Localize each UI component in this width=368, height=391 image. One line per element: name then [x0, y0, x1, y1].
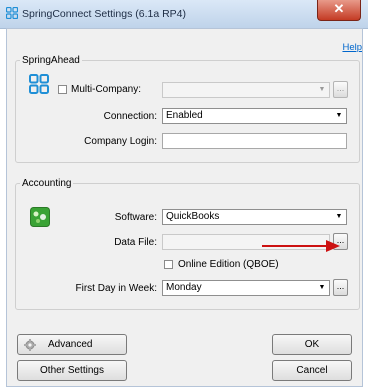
advanced-button[interactable]: Advanced	[17, 334, 127, 355]
chevron-down-icon: ▼	[318, 284, 326, 291]
online-edition-checkbox[interactable]	[164, 260, 173, 269]
data-file-label: Data File:	[114, 237, 157, 248]
online-edition-label: Online Edition (QBOE)	[178, 259, 279, 270]
advanced-button-label: Advanced	[48, 339, 93, 350]
connection-select[interactable]: Enabled ▼	[162, 108, 347, 124]
title-bar[interactable]: SpringConnect Settings (6.1a RP4) ✕	[0, 0, 368, 29]
company-login-label: Company Login:	[84, 136, 157, 147]
multi-company-label: Multi-Company:	[71, 84, 142, 95]
multi-company-checkbox[interactable]	[58, 85, 67, 94]
close-icon: ✕	[333, 1, 345, 16]
springahead-logo-icon	[6, 7, 18, 19]
window-title: SpringConnect Settings (6.1a RP4)	[22, 8, 187, 20]
first-day-label: First Day in Week:	[75, 283, 158, 294]
accounting-group-label: Accounting	[22, 178, 72, 189]
first-day-select[interactable]: Monday ▼	[162, 280, 330, 296]
connection-label: Connection:	[103, 111, 157, 122]
chevron-down-icon: ▼	[335, 112, 343, 119]
software-value: QuickBooks	[166, 211, 220, 222]
software-label: Software:	[114, 212, 157, 223]
chevron-down-icon: ▼	[335, 213, 343, 220]
cancel-button[interactable]: Cancel	[272, 360, 352, 381]
multi-company-select[interactable]: ▼	[162, 82, 330, 98]
software-select[interactable]: QuickBooks ▼	[162, 209, 347, 225]
springahead-logo-icon	[29, 74, 49, 94]
red-arrow-icon	[262, 240, 340, 252]
first-day-value: Monday	[166, 282, 202, 293]
company-login-field[interactable]	[162, 133, 347, 149]
settings-window: SpringConnect Settings (6.1a RP4) ✕ Help…	[0, 0, 368, 391]
springahead-group-label: SpringAhead	[22, 55, 80, 66]
dialog-body: Help SpringAhead Multi-Company: ▼ ... Co…	[6, 28, 363, 387]
other-settings-button[interactable]: Other Settings	[17, 360, 127, 381]
multi-company-browse-button[interactable]: ...	[333, 81, 348, 98]
quickbooks-icon	[30, 207, 50, 227]
chevron-down-icon: ▼	[318, 86, 326, 93]
gear-icon	[24, 339, 36, 351]
help-link[interactable]: Help	[342, 42, 362, 53]
close-button[interactable]: ✕	[317, 0, 361, 21]
ok-button[interactable]: OK	[272, 334, 352, 355]
connection-value: Enabled	[166, 110, 203, 121]
first-day-browse-button[interactable]: ...	[333, 279, 348, 296]
